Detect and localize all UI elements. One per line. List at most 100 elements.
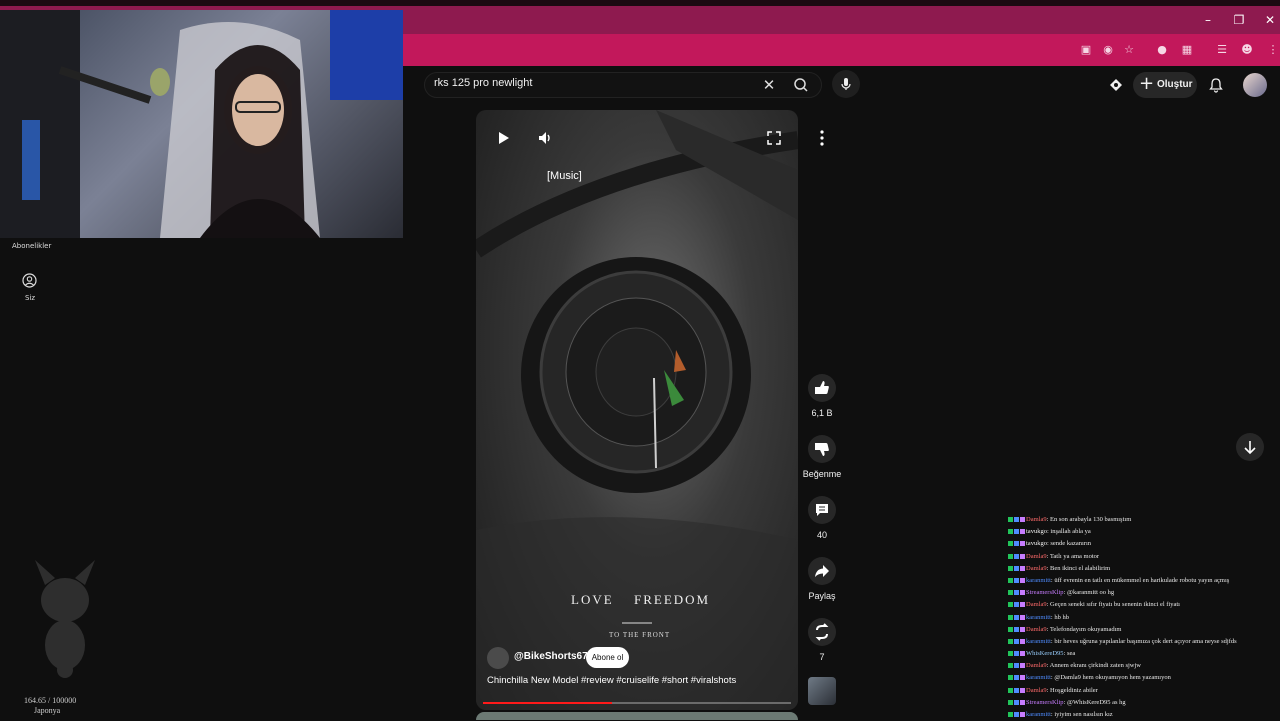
video-progress-bar[interactable] [483,702,791,704]
clear-search-icon[interactable]: ✕ [760,76,778,94]
extension-icon[interactable]: ● [1154,42,1170,58]
channel-name[interactable]: @BikeShorts67 [514,651,588,662]
chat-badge-icon [1008,541,1013,547]
account-avatar[interactable] [1243,73,1267,97]
voice-search-button[interactable] [832,70,860,98]
chat-username: karanmitt [1026,613,1051,621]
chat-badge-icon [1020,614,1025,620]
chat-message: WhisKereD95: sea [1008,648,1280,660]
puzzle-icon[interactable]: ▦ [1179,42,1195,58]
video-progress-fill [483,702,613,704]
next-video-button[interactable] [1236,433,1264,461]
chat-badge-icon [1008,590,1013,596]
notifications-bell-icon[interactable] [1207,76,1225,94]
chat-badge-icon [1020,590,1025,596]
chat-text: @karanmitt oo hg [1066,589,1115,597]
chat-badge-icon [1020,638,1025,644]
thumbs-down-icon [815,443,829,456]
chat-text: Telefondayım okuyamadım [1049,625,1122,633]
chat-message: karanmitt: bir heves uğruna yapılanlar b… [1008,636,1280,648]
chat-badge-icon [1008,517,1013,523]
chat-text: Tatlı ya ama motor [1049,552,1100,560]
volume-icon[interactable] [534,127,556,149]
sidebar-item-subscriptions[interactable]: Abonelikler [12,242,51,250]
search-icon[interactable] [790,76,812,94]
chat-username: karanmitt [1026,711,1051,718]
chat-badge-icon [1020,565,1025,571]
like-button[interactable] [808,374,836,402]
chat-username: Damla9 [1026,516,1047,523]
more-options-icon[interactable] [810,126,834,150]
chat-message: karanmitt: hb hb [1008,612,1280,624]
chat-message: karanmitt: @Damla9 hem okuyamıyon hem ya… [1008,672,1280,684]
chat-message: Damla9: Annem ekranı çirkindi zaten sjwj… [1008,660,1280,672]
video-title[interactable]: Chinchilla New Model #review #cruiselife… [487,675,736,686]
chat-badge-icon [1020,712,1025,718]
chat-badge-icon [1014,699,1019,705]
chat-username: karanmitt [1026,576,1051,584]
chat-badge-icon [1008,651,1013,657]
next-short-preview[interactable] [476,712,798,720]
sidebar-item-you[interactable]: Siz [25,294,35,302]
subscribe-button[interactable]: Abone ol [586,647,629,668]
chat-text: inşallah abla ya [1050,528,1091,536]
dislike-label: Beğenme [802,469,842,479]
sound-thumbnail[interactable] [808,677,836,705]
plus-icon: + [1139,73,1155,94]
cast-icon[interactable] [1107,76,1125,94]
cast-tab-icon[interactable]: ▣ [1078,42,1094,58]
comments-button[interactable] [808,496,836,524]
search-input[interactable]: rks 125 pro newlight [434,77,532,89]
webcam-feed [0,10,403,238]
stream-chat-overlay: Damla9: En son arabayla 130 basmıştım tav… [1008,514,1280,721]
media-controls-icon[interactable]: ☰ [1214,42,1230,58]
chat-badge-icon [1020,675,1025,681]
dislike-button[interactable] [808,435,836,463]
chat-badge-icon [1014,590,1019,596]
chat-badge-icon [1020,517,1025,523]
chat-badge-icon [1020,626,1025,632]
remix-icon [815,623,829,641]
chat-text: Hoşgeldiniz abiler [1050,686,1098,694]
close-window-icon[interactable]: ✕ [1262,12,1278,28]
chat-badge-icon [1008,687,1013,693]
chat-message: Damla9: Geçen seneki sıfır fiyatı bu sen… [1008,599,1280,611]
chat-badge-icon [1008,577,1013,583]
chat-username: tavukgo [1026,528,1047,536]
chat-badge-icon [1014,626,1019,632]
bookmark-star-icon[interactable]: ☆ [1121,42,1137,58]
chat-username: WhisKereD95 [1026,650,1064,658]
profile-icon[interactable]: ☻ [1239,42,1255,58]
chat-username: StreamersKlip [1026,589,1064,597]
chat-username: Damla9 [1026,552,1047,560]
chat-text: Annem ekranı çirkindi zaten sjwjw [1049,662,1141,670]
shorts-video-player[interactable] [476,110,798,710]
share-button[interactable] [808,557,836,585]
chat-badge-icon [1014,614,1019,620]
fullscreen-icon[interactable] [764,128,784,148]
eye-off-icon[interactable]: ◉ [1100,42,1116,58]
chat-message: StreamersKlip: @WhisKereD95 as hg [1008,697,1280,709]
chat-badge-icon [1014,517,1019,523]
chat-badge-icon [1008,529,1013,535]
like-count: 6,1 B [811,408,833,418]
chat-badge-icon [1008,663,1013,669]
share-icon [815,565,829,577]
chat-badge-icon [1014,663,1019,669]
chat-username: karanmitt [1026,637,1051,645]
chat-badge-icon [1008,602,1013,608]
restore-icon[interactable]: ❐ [1231,12,1247,28]
remix-button[interactable] [808,618,836,646]
chat-badge-icon [1008,712,1013,718]
chat-badge-icon [1020,553,1025,559]
chat-badge-icon [1008,553,1013,559]
channel-avatar[interactable] [487,647,509,669]
chat-message: Damla9: En son arabayla 130 basmıştım [1008,514,1280,526]
chat-username: karanmitt [1026,674,1051,682]
minimize-icon[interactable]: – [1200,12,1216,28]
browser-menu-icon[interactable]: ⋮ [1265,42,1280,58]
chat-message: karanmitt: iyiyim sen nasılsın kız [1008,709,1280,721]
chat-username: Damla9 [1026,564,1047,572]
user-circle-icon[interactable] [22,273,37,288]
play-icon[interactable] [492,127,514,149]
